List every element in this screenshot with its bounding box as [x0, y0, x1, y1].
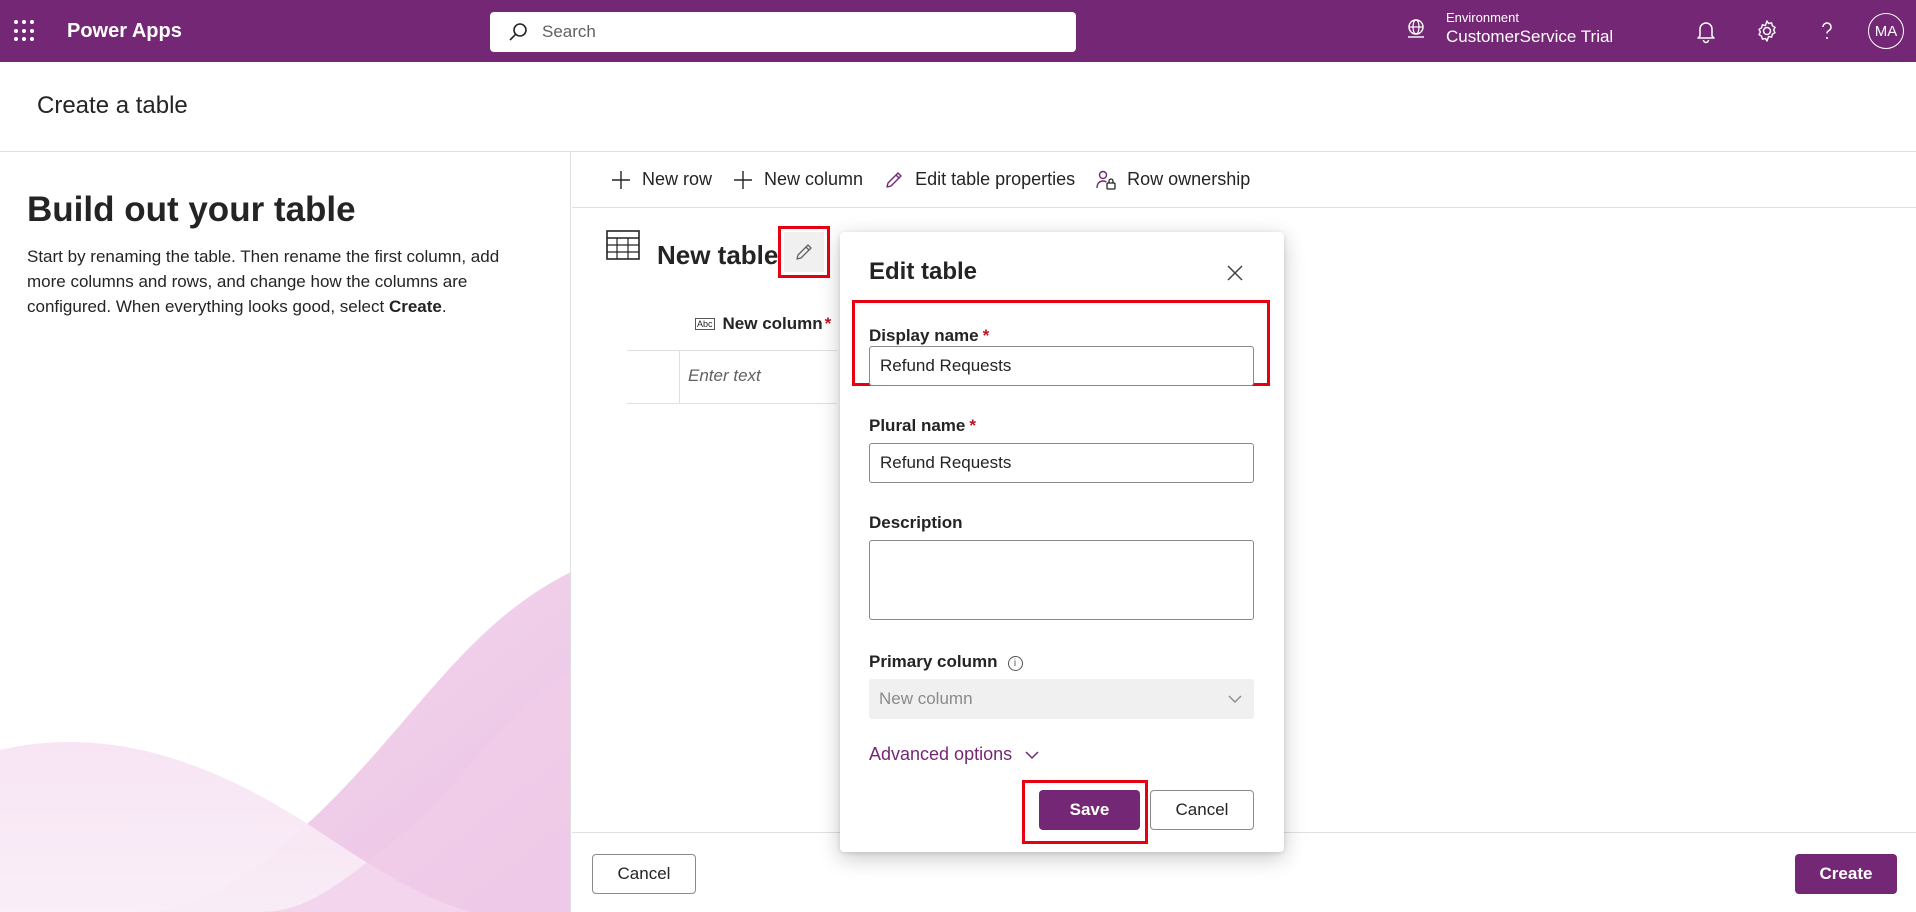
- environment-name: CustomerService Trial: [1446, 27, 1614, 46]
- plural-name-input[interactable]: [869, 443, 1254, 483]
- description-end: .: [441, 297, 447, 316]
- new-column-label: New column: [764, 169, 864, 189]
- waffle-icon[interactable]: [14, 20, 36, 42]
- column-required-mark: *: [824, 314, 832, 333]
- search-input[interactable]: [542, 22, 1062, 42]
- table-row: Enter text: [627, 350, 837, 404]
- plus-icon: [734, 170, 753, 189]
- description-bold: Create: [388, 297, 442, 316]
- bell-icon[interactable]: [1693, 18, 1719, 44]
- edit-table-properties-button[interactable]: Edit table properties: [883, 169, 1075, 191]
- column-header-label: New column: [722, 314, 823, 333]
- pencil-icon: [886, 171, 902, 188]
- page-header: Create a table: [0, 62, 1916, 152]
- table-name: New table: [657, 240, 779, 270]
- text-column-icon: Abc: [695, 318, 715, 330]
- table-cell[interactable]: Enter text: [679, 351, 839, 403]
- plural-name-label-text: Plural name: [869, 416, 966, 435]
- create-button[interactable]: Create: [1795, 854, 1897, 894]
- page-title: Create a table: [37, 92, 188, 119]
- dialog-cancel-button[interactable]: Cancel: [1150, 790, 1254, 830]
- display-name-label-text: Display name: [869, 326, 979, 345]
- edit-table-name-button-inner: [784, 232, 824, 272]
- row-ownership-label: Row ownership: [1127, 169, 1251, 189]
- left-panel-description: Start by renaming the table. Then rename…: [27, 244, 537, 319]
- primary-column-value: New column: [879, 689, 973, 708]
- new-row-label: New row: [642, 169, 713, 189]
- row-ownership-button[interactable]: Row ownership: [1095, 169, 1250, 191]
- plus-icon: [612, 170, 630, 189]
- search-icon: [509, 23, 527, 41]
- required-mark: *: [982, 326, 990, 345]
- info-icon[interactable]: i: [1007, 656, 1023, 671]
- primary-column-label: Primary column i: [869, 652, 1023, 672]
- save-button[interactable]: Save: [1039, 790, 1140, 830]
- description-label: Description: [869, 513, 963, 532]
- left-panel-heading: Build out your table: [27, 190, 356, 229]
- environment-icon: [1408, 18, 1424, 38]
- edit-table-name-button[interactable]: [778, 226, 830, 278]
- column-header[interactable]: Abc New column *: [695, 314, 831, 334]
- new-column-button[interactable]: New column: [732, 169, 863, 191]
- app-name[interactable]: Power Apps: [67, 20, 182, 43]
- display-name-input[interactable]: [869, 346, 1254, 386]
- help-icon[interactable]: [1814, 18, 1840, 44]
- primary-column-label-text: Primary column: [869, 652, 998, 671]
- chevron-down-icon: [1228, 695, 1242, 703]
- chevron-down-icon: [1025, 750, 1039, 759]
- top-bar: Power Apps Environment CustomerService T…: [0, 0, 1916, 62]
- left-panel: Build out your table Start by renaming t…: [0, 152, 571, 912]
- primary-column-select: New column: [869, 679, 1254, 719]
- edit-table-dialog: Edit table Display name* Plural name* De…: [840, 232, 1284, 852]
- command-bar: New row New column Edit table properties…: [572, 152, 1916, 208]
- environment-label: Environment: [1446, 10, 1519, 25]
- dialog-title: Edit table: [869, 258, 978, 285]
- gear-icon[interactable]: [1754, 18, 1780, 44]
- avatar[interactable]: MA: [1868, 13, 1904, 49]
- required-mark: *: [969, 416, 976, 435]
- search-box[interactable]: [490, 12, 1076, 52]
- display-name-label: Display name *: [869, 326, 989, 346]
- plural-name-label: Plural name *: [869, 416, 976, 436]
- cancel-button[interactable]: Cancel: [592, 854, 696, 894]
- new-row-button[interactable]: New row: [610, 169, 712, 191]
- table-icon: [606, 230, 640, 260]
- environment-picker[interactable]: Environment CustomerService Trial: [1404, 10, 1613, 47]
- advanced-options-toggle[interactable]: Advanced options: [869, 744, 1040, 765]
- edit-table-properties-label: Edit table properties: [915, 169, 1076, 189]
- close-icon[interactable]: [1222, 260, 1248, 286]
- description-textarea[interactable]: [869, 540, 1254, 620]
- advanced-options-label: Advanced options: [869, 744, 1013, 764]
- person-lock-icon: [1096, 170, 1116, 190]
- pencil-icon: [796, 244, 812, 260]
